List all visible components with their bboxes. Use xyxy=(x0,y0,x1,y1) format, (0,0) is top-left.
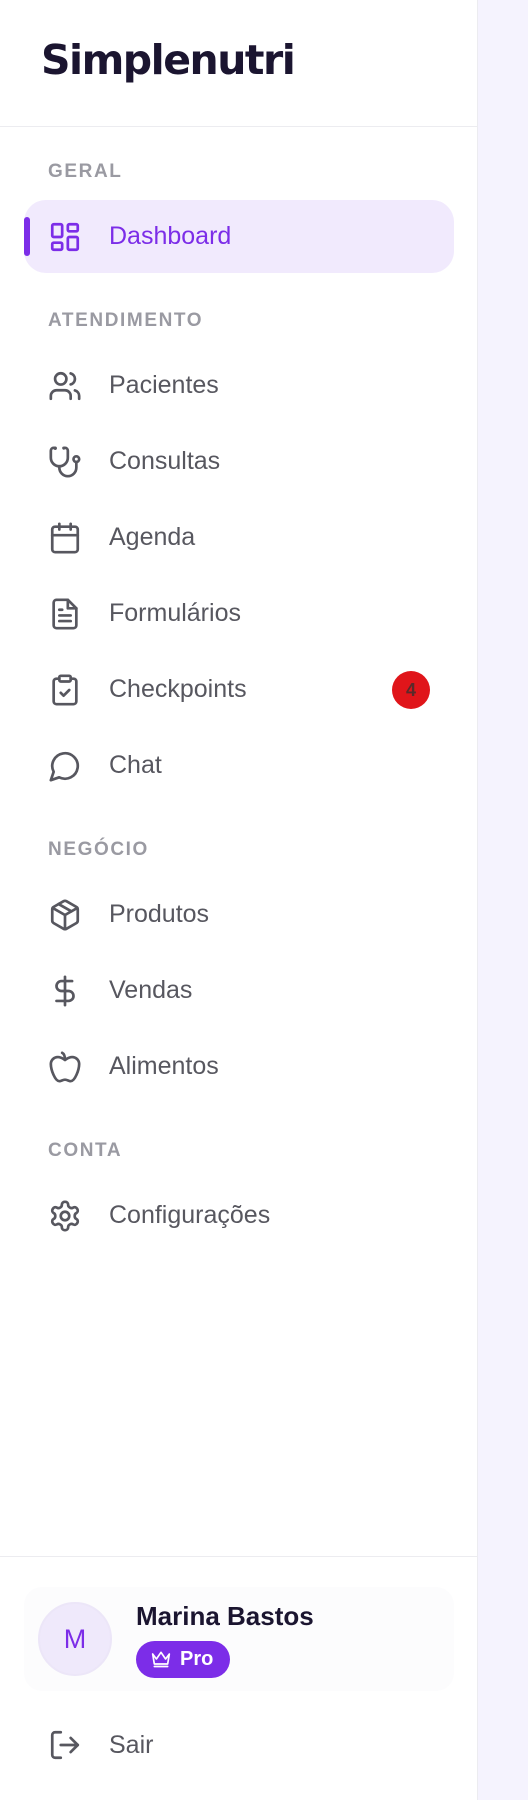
section-label-atendimento: ATENDIMENTO xyxy=(48,310,204,331)
main-content-area xyxy=(479,0,528,1800)
logout-button[interactable]: Sair xyxy=(24,1715,454,1775)
sidebar-item-label: Dashboard xyxy=(109,222,232,250)
sidebar-item-label: Consultas xyxy=(109,447,221,475)
log-out-icon xyxy=(50,1730,80,1760)
sidebar-item-label: Formulários xyxy=(109,599,241,627)
sidebar: Simplenutri GERAL Dashboard ATENDIMENTO … xyxy=(0,0,478,1800)
sidebar-item-checkpoints[interactable]: Checkpoints 4 xyxy=(24,653,454,726)
avatar: M xyxy=(38,1602,112,1676)
file-text-icon xyxy=(48,597,82,631)
section-label-geral: GERAL xyxy=(48,161,123,182)
sidebar-item-vendas[interactable]: Vendas xyxy=(24,954,454,1027)
sidebar-item-alimentos[interactable]: Alimentos xyxy=(24,1030,454,1103)
sidebar-item-configuracoes[interactable]: Configurações xyxy=(24,1179,454,1252)
app-root: Simplenutri GERAL Dashboard ATENDIMENTO … xyxy=(0,0,528,1800)
sidebar-item-pacientes[interactable]: Pacientes xyxy=(24,349,454,422)
layout-grid-icon xyxy=(48,220,82,254)
sidebar-item-label: Agenda xyxy=(109,523,196,551)
section-label-negocio: NEGÓCIO xyxy=(48,839,149,860)
user-info: Marina Bastos Pro xyxy=(136,1601,314,1678)
plan-label: Pro xyxy=(180,1647,214,1670)
sidebar-item-label: Vendas xyxy=(109,976,193,1004)
message-circle-icon xyxy=(48,749,82,783)
calendar-icon xyxy=(48,521,82,555)
sidebar-item-label: Checkpoints xyxy=(109,675,247,703)
logo-bar: Simplenutri xyxy=(0,0,477,127)
settings-icon xyxy=(48,1199,82,1233)
sidebar-item-consultas[interactable]: Consultas xyxy=(24,425,454,498)
user-name: Marina Bastos xyxy=(136,1600,314,1631)
sidebar-item-label: Pacientes xyxy=(109,371,219,399)
dollar-sign-icon xyxy=(48,974,82,1008)
user-card[interactable]: M Marina Bastos Pro xyxy=(24,1587,454,1691)
crown-icon xyxy=(151,1651,171,1668)
package-icon xyxy=(48,898,82,932)
sidebar-item-label: Chat xyxy=(109,751,162,779)
sidebar-item-agenda[interactable]: Agenda xyxy=(24,501,454,574)
sidebar-item-produtos[interactable]: Produtos xyxy=(24,878,454,951)
clipboard-check-icon xyxy=(48,673,82,707)
sidebar-item-dashboard[interactable]: Dashboard xyxy=(24,200,454,273)
sidebar-item-formularios[interactable]: Formulários xyxy=(24,577,454,650)
sidebar-item-chat[interactable]: Chat xyxy=(24,729,454,802)
sidebar-nav: GERAL Dashboard ATENDIMENTO Pacientes Co… xyxy=(0,127,477,1556)
brand-logo[interactable]: Simplenutri xyxy=(41,36,296,84)
sidebar-item-label: Produtos xyxy=(109,900,210,928)
stethoscope-icon xyxy=(48,445,82,479)
sidebar-item-label: Configurações xyxy=(109,1201,271,1229)
apple-icon xyxy=(48,1050,82,1084)
logout-label: Sair xyxy=(109,1730,154,1759)
plan-badge: Pro xyxy=(136,1640,231,1678)
notification-badge: 4 xyxy=(392,671,430,709)
section-label-conta: CONTA xyxy=(48,1140,123,1161)
users-icon xyxy=(48,369,82,403)
sidebar-item-label: Alimentos xyxy=(109,1052,219,1080)
sidebar-footer: M Marina Bastos Pro Sair xyxy=(0,1556,477,1800)
